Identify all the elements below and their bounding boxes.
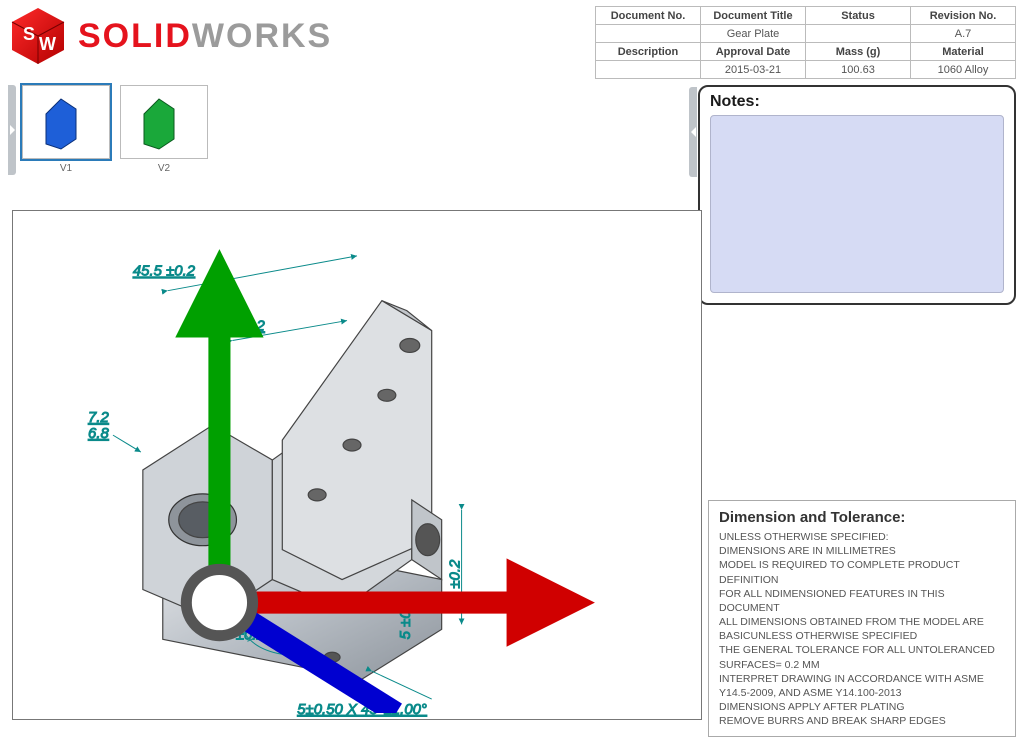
notes-title: Notes:	[710, 93, 1004, 111]
version-thumb-v2[interactable]: V2	[120, 85, 208, 174]
drawing-canvas[interactable]: 45.5 ±0.2 22.1 ±0.2 7.2 6.8 R5 ±0.25 5 ±…	[12, 210, 702, 720]
info-mass: 100.63	[806, 61, 911, 79]
version-thumb-v1[interactable]: V1	[22, 85, 110, 174]
logo-text-works: WORKS	[192, 17, 332, 55]
info-h-material: Material	[911, 43, 1016, 61]
coordinate-triad-icon[interactable]	[19, 205, 707, 713]
notes-collapse-handle[interactable]	[689, 87, 697, 177]
info-h-docno: Document No.	[596, 7, 701, 25]
svg-text:S: S	[23, 24, 35, 44]
info-rev: A.7	[911, 25, 1016, 43]
info-desc	[596, 61, 701, 79]
app-logo: S W SOLIDWORKS	[8, 6, 332, 66]
svg-text:W: W	[39, 34, 56, 54]
dimension-tolerance-panel: Dimension and Tolerance: UNLESS OTHERWIS…	[708, 500, 1016, 737]
info-h-status: Status	[806, 7, 911, 25]
info-docno	[596, 25, 701, 43]
notes-body[interactable]	[710, 115, 1004, 293]
notes-panel: Notes:	[698, 85, 1016, 305]
info-material: 1060 Alloy	[911, 61, 1016, 79]
document-info-table: Document No. Document Title Status Revis…	[595, 6, 1016, 79]
logo-text-solid: SOLID	[78, 17, 192, 55]
info-h-rev: Revision No.	[911, 7, 1016, 25]
info-status	[806, 25, 911, 43]
info-h-mass: Mass (g)	[806, 43, 911, 61]
solidworks-cube-icon: S W	[8, 6, 68, 66]
dimension-tolerance-title: Dimension and Tolerance:	[719, 509, 1005, 526]
info-h-desc: Description	[596, 43, 701, 61]
thumbnail-collapse-handle[interactable]	[8, 85, 16, 175]
info-h-title: Document Title	[701, 7, 806, 25]
info-h-approve: Approval Date	[701, 43, 806, 61]
info-approve: 2015-03-21	[701, 61, 806, 79]
dimension-tolerance-body: UNLESS OTHERWISE SPECIFIED: DIMENSIONS A…	[719, 530, 1005, 728]
info-title: Gear Plate	[701, 25, 806, 43]
